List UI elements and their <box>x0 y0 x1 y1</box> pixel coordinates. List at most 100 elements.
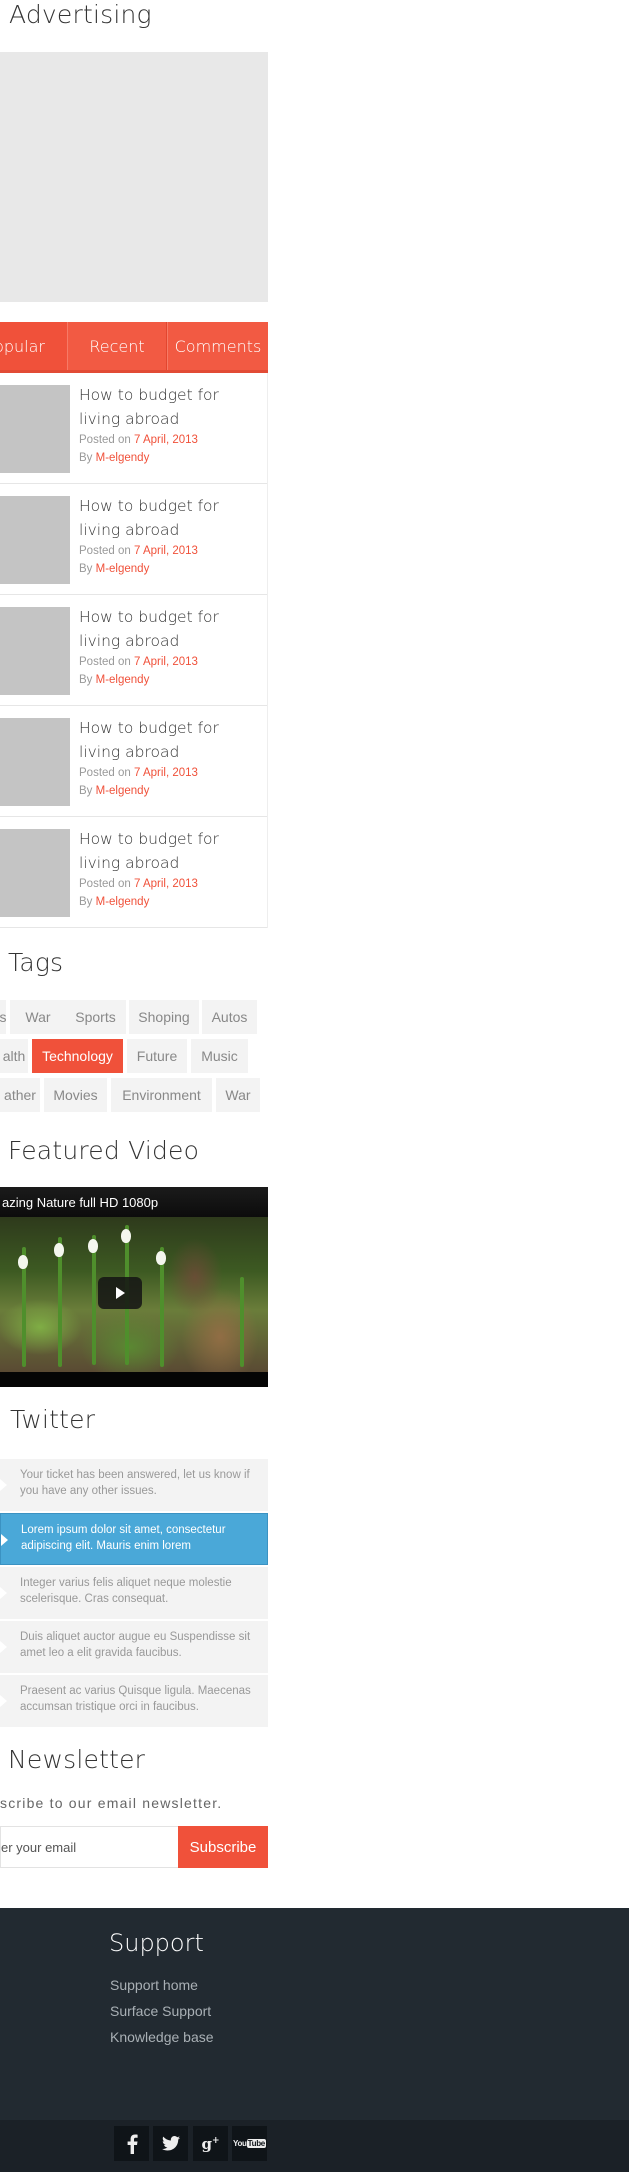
support-title: Support <box>109 1929 204 1957</box>
list-item: How to budget for living abroad Posted o… <box>0 373 267 484</box>
by-label: By <box>79 896 93 908</box>
post-author-line: By M-elgendy <box>79 785 149 797</box>
knowledge-base-link[interactable]: Knowledge base <box>110 2029 214 2045</box>
post-list: How to budget for living abroad Posted o… <box>0 373 268 928</box>
posted-label: Posted on <box>79 434 131 446</box>
tag-item[interactable]: Movies <box>44 1078 107 1112</box>
advertising-title: Advertising <box>9 0 152 29</box>
tweet-text: Your ticket has been answered, let us kn… <box>20 1469 250 1497</box>
tab-popular[interactable]: opular <box>0 322 67 370</box>
post-author-line: By M-elgendy <box>79 674 149 686</box>
arrow-icon <box>0 1695 7 1707</box>
posted-label: Posted on <box>79 767 131 779</box>
facebook-icon[interactable] <box>114 2126 149 2161</box>
advertising-placeholder <box>0 52 268 302</box>
posts-tabs: opular Recent Comments <box>0 322 268 373</box>
post-thumbnail[interactable] <box>0 718 70 806</box>
post-date-line: Posted on 7 April, 2013 <box>79 767 198 779</box>
tab-comments[interactable]: Comments <box>167 322 268 370</box>
post-date[interactable]: 7 April, 2013 <box>134 434 198 446</box>
by-label: By <box>79 674 93 686</box>
tweet-text: Duis aliquet auctor augue eu Suspendisse… <box>20 1631 251 1659</box>
post-author-line: By M-elgendy <box>79 452 149 464</box>
post-date[interactable]: 7 April, 2013 <box>134 767 198 779</box>
posted-label: Posted on <box>79 545 131 557</box>
post-title[interactable]: How to budget for living abroad <box>79 605 264 653</box>
post-author-line: By M-elgendy <box>79 896 149 908</box>
featured-video-title: Featured Video <box>8 1136 200 1165</box>
by-label: By <box>79 452 93 464</box>
tag-item-active[interactable]: Technology <box>32 1039 123 1073</box>
by-label: By <box>79 563 93 575</box>
post-date-line: Posted on 7 April, 2013 <box>79 434 198 446</box>
tweet-item[interactable]: Praesent ac varius Quisque ligula. Maece… <box>0 1675 268 1727</box>
tweet-item-active[interactable]: Lorem ipsum dolor sit amet, consectetur … <box>0 1513 268 1565</box>
tag-item[interactable]: Music <box>191 1039 248 1073</box>
tag-item[interactable]: Shoping <box>129 1000 199 1034</box>
tag-item[interactable]: War <box>10 1000 66 1034</box>
tag-item[interactable]: Environment <box>111 1078 212 1112</box>
video-caption: azing Nature full HD 1080p <box>0 1187 268 1217</box>
footer-bottom-bar <box>0 2120 629 2172</box>
post-title[interactable]: How to budget for living abroad <box>79 716 264 764</box>
post-author[interactable]: M-elgendy <box>96 785 150 797</box>
tab-recent[interactable]: Recent <box>67 322 167 370</box>
arrow-icon <box>0 1641 7 1653</box>
post-author[interactable]: M-elgendy <box>96 896 150 908</box>
post-date-line: Posted on 7 April, 2013 <box>79 656 198 668</box>
arrow-icon <box>0 1479 7 1491</box>
post-thumbnail[interactable] <box>0 496 70 584</box>
by-label: By <box>79 785 93 797</box>
tweet-text: Integer varius felis aliquet neque moles… <box>20 1577 232 1605</box>
list-item: How to budget for living abroad Posted o… <box>0 595 267 706</box>
tag-item[interactable]: Sports <box>65 1000 126 1034</box>
post-title[interactable]: How to budget for living abroad <box>79 494 264 542</box>
twitter-title: Twitter <box>10 1405 96 1434</box>
surface-support-link[interactable]: Surface Support <box>110 2003 211 2019</box>
video-player[interactable]: azing Nature full HD 1080p <box>0 1187 268 1387</box>
google-plus-icon[interactable]: g+ <box>193 2126 228 2161</box>
post-title[interactable]: How to budget for living abroad <box>79 827 264 875</box>
tweet-item[interactable]: Your ticket has been answered, let us kn… <box>0 1459 268 1511</box>
support-home-link[interactable]: Support home <box>110 1977 198 1993</box>
twitter-icon[interactable] <box>153 2126 188 2161</box>
email-field[interactable]: er your email <box>0 1826 178 1868</box>
post-date[interactable]: 7 April, 2013 <box>134 656 198 668</box>
list-item: How to budget for living abroad Posted o… <box>0 706 267 817</box>
subscribe-button[interactable]: Subscribe <box>178 1826 268 1868</box>
tag-item[interactable]: alth <box>0 1039 28 1073</box>
post-date[interactable]: 7 April, 2013 <box>134 878 198 890</box>
video-controls[interactable] <box>0 1372 268 1387</box>
tag-item[interactable]: Future <box>127 1039 187 1073</box>
post-author[interactable]: M-elgendy <box>96 563 150 575</box>
post-thumbnail[interactable] <box>0 607 70 695</box>
tag-item[interactable]: s <box>0 1000 7 1034</box>
post-date-line: Posted on 7 April, 2013 <box>79 545 198 557</box>
list-item: How to budget for living abroad Posted o… <box>0 484 267 595</box>
arrow-icon <box>1 1534 8 1546</box>
youtube-icon[interactable]: YouTube <box>232 2126 267 2161</box>
tweet-item[interactable]: Duis aliquet auctor augue eu Suspendisse… <box>0 1621 268 1673</box>
tweet-text: Praesent ac varius Quisque ligula. Maece… <box>20 1685 251 1713</box>
list-item: How to budget for living abroad Posted o… <box>0 817 267 928</box>
tags-title: Tags <box>8 948 64 977</box>
tweet-item[interactable]: Integer varius felis aliquet neque moles… <box>0 1567 268 1619</box>
post-date-line: Posted on 7 April, 2013 <box>79 878 198 890</box>
post-date[interactable]: 7 April, 2013 <box>134 545 198 557</box>
post-author[interactable]: M-elgendy <box>96 452 150 464</box>
post-author[interactable]: M-elgendy <box>96 674 150 686</box>
tweet-text: Lorem ipsum dolor sit amet, consectetur … <box>21 1524 226 1552</box>
post-title[interactable]: How to budget for living abroad <box>79 383 264 431</box>
post-thumbnail[interactable] <box>0 829 70 917</box>
post-author-line: By M-elgendy <box>79 563 149 575</box>
posted-label: Posted on <box>79 656 131 668</box>
tag-item[interactable]: ather <box>0 1078 40 1112</box>
play-icon <box>116 1287 125 1299</box>
newsletter-description: scribe to our email newsletter. <box>0 1795 223 1811</box>
tag-item[interactable]: War <box>216 1078 260 1112</box>
posted-label: Posted on <box>79 878 131 890</box>
tag-item[interactable]: Autos <box>202 1000 257 1034</box>
newsletter-title: Newsletter <box>8 1745 146 1774</box>
post-thumbnail[interactable] <box>0 385 70 473</box>
play-button[interactable] <box>98 1277 142 1309</box>
